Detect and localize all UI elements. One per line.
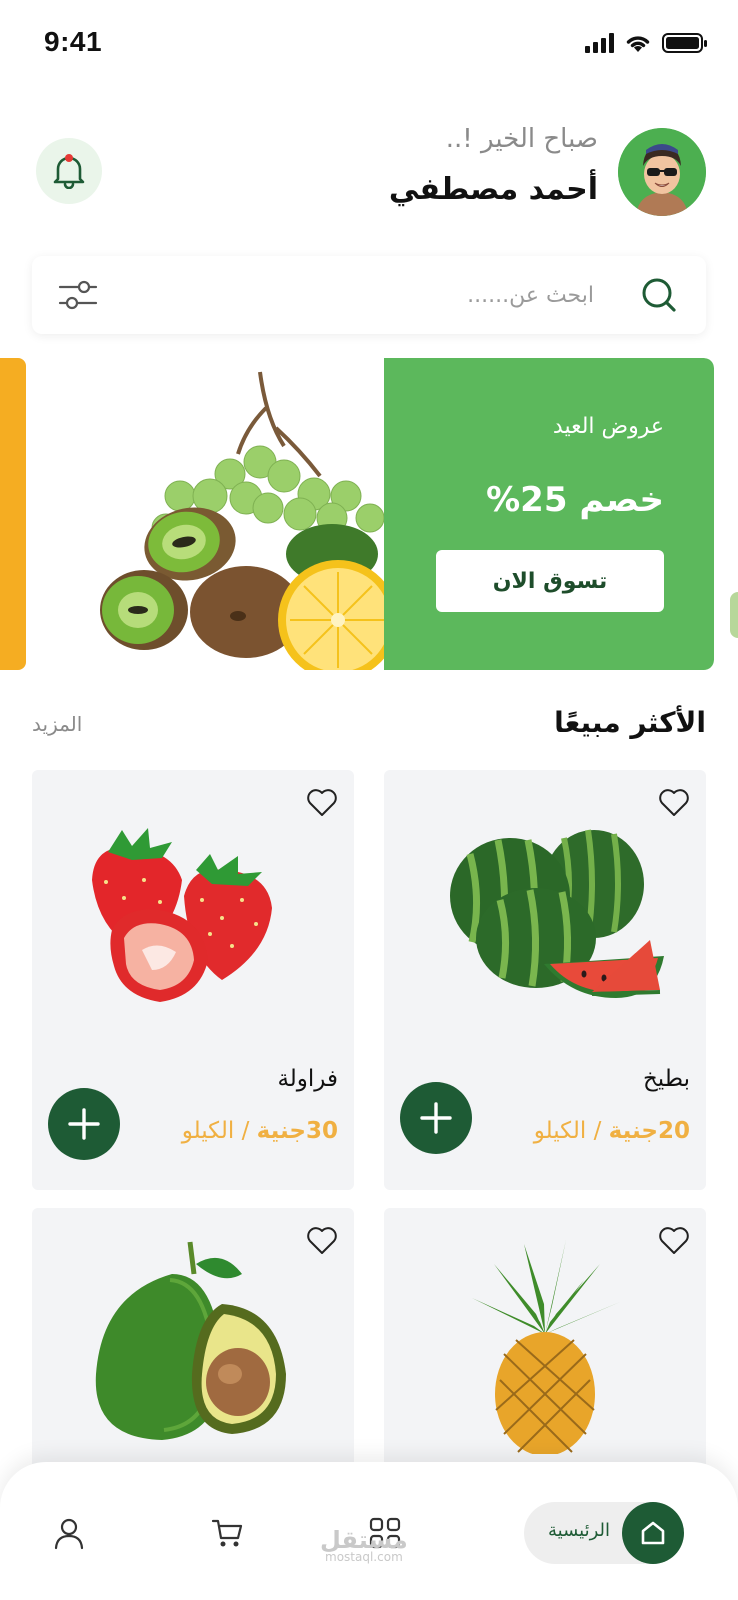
price-unit: / الكيلو (533, 1118, 609, 1144)
product-name: بطيخ (642, 1066, 690, 1092)
watermark-latin: mostaql.com (325, 1550, 403, 1564)
avocado-image (95, 1241, 286, 1440)
promo-banner[interactable]: عروض العيد خصم 25% تسوق الان (46, 358, 714, 670)
product-name: فراولة (277, 1066, 338, 1092)
home-icon (641, 1521, 665, 1545)
pineapple-image (472, 1240, 620, 1454)
price-value: 20جنية (608, 1118, 690, 1144)
watermelon-image (450, 829, 664, 998)
wifi-icon (626, 36, 650, 52)
filter-icon[interactable] (58, 276, 98, 314)
product-price: 30جنية / الكيلو (182, 1118, 338, 1144)
status-icons (585, 32, 708, 54)
best-sellers-title: الأكثر مبيعًا (554, 706, 706, 739)
avatar[interactable] (618, 128, 706, 216)
price-value: 30جنية (256, 1118, 338, 1144)
nav-home[interactable]: الرئيسية (524, 1502, 684, 1564)
greeting-text: صباح الخير !.. (445, 124, 598, 154)
avatar-illustration (618, 128, 706, 216)
cellular-signal-icon (585, 33, 614, 53)
watermark: مستقل mostaql.com (320, 1526, 408, 1564)
bell-icon (53, 154, 85, 189)
profile-icon[interactable] (52, 1516, 86, 1550)
product-price: 20جنية / الكيلو (534, 1118, 690, 1144)
nav-home-circle (622, 1502, 684, 1564)
fruits-image (100, 371, 398, 670)
more-link[interactable]: المزيد (32, 712, 82, 736)
header: صباح الخير !.. أحمد مصطفي (0, 120, 738, 220)
strawberry-image (92, 828, 272, 1002)
plus-icon (420, 1102, 452, 1134)
add-to-cart-button[interactable] (400, 1082, 472, 1154)
status-time: 9:41 (44, 26, 103, 57)
price-unit: / الكيلو (181, 1118, 257, 1144)
product-card[interactable]: فراولة 30جنية / الكيلو (32, 770, 354, 1190)
product-card[interactable]: بطيخ 20جنية / الكيلو (384, 770, 706, 1190)
cart-icon[interactable] (210, 1516, 244, 1550)
banner-discount: خصم 25% (486, 480, 664, 520)
search-input[interactable] (154, 274, 594, 316)
next-banner-peek[interactable] (730, 592, 738, 638)
shop-now-button[interactable]: تسوق الان (436, 550, 664, 612)
plus-icon (68, 1108, 100, 1140)
banner-label: عروض العيد (552, 414, 664, 439)
user-name: أحمد مصطفي (388, 172, 598, 207)
search-bar (32, 256, 706, 334)
search-icon[interactable] (640, 276, 678, 314)
banner-offer-panel: عروض العيد خصم 25% تسوق الان (384, 358, 714, 670)
battery-icon (662, 33, 707, 53)
status-bar: 9:41 (0, 0, 738, 90)
add-to-cart-button[interactable] (48, 1088, 120, 1160)
notifications-button[interactable] (36, 138, 102, 204)
previous-banner-peek[interactable] (0, 358, 26, 670)
nav-home-label: الرئيسية (548, 1520, 610, 1541)
